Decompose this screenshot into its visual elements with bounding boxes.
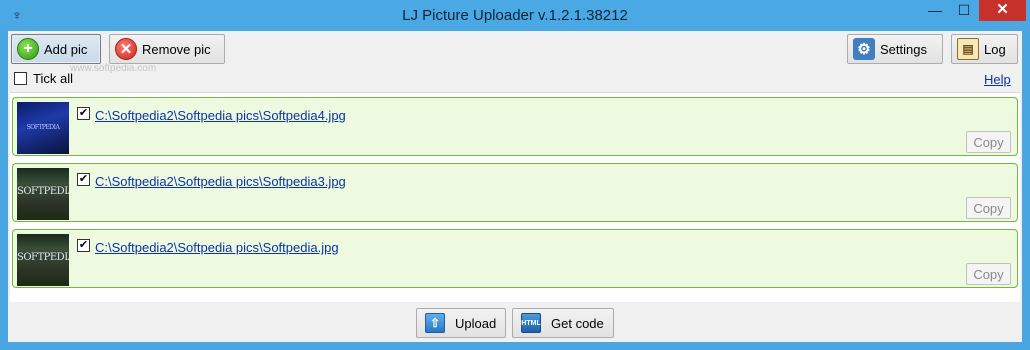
get-code-button[interactable]: HTML Get code: [512, 308, 614, 338]
main-client-area: + Add pic ✕ Remove pic ⚙ Settings ▤ Log …: [8, 31, 1022, 342]
list-item: SOFTPEDIA ✔ C:\Softpedia2\Softpedia pics…: [12, 163, 1018, 222]
thumbnail-image: SOFTPEDIA: [17, 168, 69, 220]
window-title: LJ Picture Uploader v.1.2.1.38212: [402, 7, 628, 24]
copy-button[interactable]: Copy: [966, 197, 1011, 219]
plus-icon: +: [17, 38, 39, 60]
settings-button[interactable]: ⚙ Settings: [847, 34, 943, 64]
html-file-icon: HTML: [521, 313, 541, 333]
copy-button[interactable]: Copy: [966, 131, 1011, 153]
gear-icon: ⚙: [853, 38, 875, 60]
book-icon: ▤: [957, 38, 979, 60]
tick-all-label: Tick all: [33, 71, 73, 86]
upload-arrow-icon: ⇧: [425, 313, 445, 333]
help-link[interactable]: Help: [984, 72, 1011, 87]
add-pic-label: Add pic: [44, 41, 88, 57]
minimize-button[interactable]: —: [921, 0, 949, 21]
upload-label: Upload: [455, 315, 497, 331]
tick-all-control[interactable]: Tick all: [14, 71, 73, 86]
list-item: SOFTPEDIA ✔ C:\Softpedia2\Softpedia pics…: [12, 97, 1018, 156]
tick-all-checkbox[interactable]: [14, 72, 27, 85]
log-button[interactable]: ▤ Log: [951, 34, 1018, 64]
thumbnail-caption: SOFTPEDIA: [17, 252, 69, 263]
thumbnail-caption: SOFTPEDIA: [17, 186, 69, 197]
list-item: SOFTPEDIA ✔ C:\Softpedia2\Softpedia pics…: [12, 229, 1018, 288]
item-checkbox[interactable]: ✔: [77, 239, 90, 252]
thumbnail-image: SOFTPEDIA: [17, 102, 69, 154]
maximize-button[interactable]: ☐: [950, 0, 978, 21]
title-bar: ♆ LJ Picture Uploader v.1.2.1.38212 — ☐ …: [0, 0, 1030, 31]
watermark: www.softpedia.com: [70, 63, 157, 74]
thumbnail-caption: SOFTPEDIA: [26, 124, 60, 131]
get-code-label: Get code: [551, 315, 604, 331]
file-path-link[interactable]: C:\Softpedia2\Softpedia pics\Softpedia.j…: [95, 240, 339, 255]
thumbnail-image: SOFTPEDIA: [17, 234, 69, 286]
copy-button[interactable]: Copy: [966, 263, 1011, 285]
x-icon: ✕: [115, 38, 137, 60]
add-pic-button[interactable]: + Add pic: [11, 34, 101, 64]
item-checkbox[interactable]: ✔: [77, 107, 90, 120]
file-path-link[interactable]: C:\Softpedia2\Softpedia pics\Softpedia3.…: [95, 174, 346, 189]
item-checkbox[interactable]: ✔: [77, 173, 90, 186]
settings-label: Settings: [880, 41, 927, 57]
log-label: Log: [984, 41, 1006, 57]
file-path-link[interactable]: C:\Softpedia2\Softpedia pics\Softpedia4.…: [95, 108, 346, 123]
remove-pic-button[interactable]: ✕ Remove pic: [109, 34, 225, 64]
bottom-bar: ⇧ Upload HTML Get code: [8, 302, 1022, 342]
close-button[interactable]: ✕: [979, 0, 1026, 21]
remove-pic-label: Remove pic: [142, 41, 211, 57]
upload-button[interactable]: ⇧ Upload: [416, 308, 506, 338]
picture-list: SOFTPEDIA ✔ C:\Softpedia2\Softpedia pics…: [10, 92, 1020, 302]
